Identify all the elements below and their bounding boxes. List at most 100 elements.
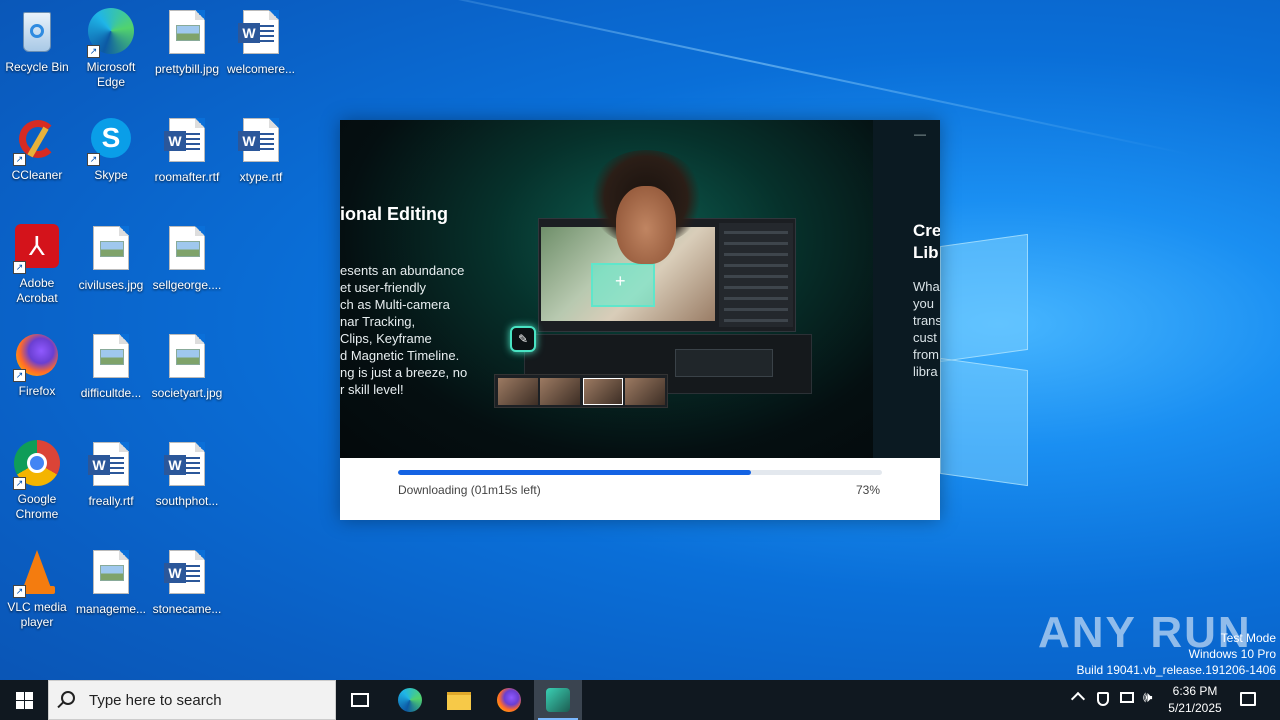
installer-app-icon	[546, 688, 570, 712]
desktop-icon-civiluses[interactable]: civiluses.jpg	[74, 224, 148, 293]
edge-icon	[398, 688, 422, 712]
action-center-button[interactable]	[1234, 680, 1264, 720]
desktop-icon-ccleaner[interactable]: ↗ CCleaner	[0, 116, 74, 183]
desktop-icon-xtype[interactable]: W xtype.rtf	[224, 116, 298, 185]
start-button[interactable]	[0, 680, 48, 720]
keyframe-track	[675, 349, 773, 377]
next-slide-description-line: Wha	[913, 279, 940, 294]
shortcut-arrow-icon: ↗	[13, 585, 26, 598]
watermark-line: Test Mode	[1220, 631, 1276, 645]
taskbar: Type here to search 🕪 6:36 PM 5/21/2025	[0, 680, 1280, 720]
desktop-icon-label: VLC media player	[7, 600, 67, 629]
taskbar-file-explorer-button[interactable]	[435, 680, 483, 720]
desktop-icon-societyart[interactable]: societyart.jpg	[150, 332, 224, 401]
portrait-face	[616, 186, 676, 264]
tray-network-button[interactable]	[1116, 680, 1138, 720]
desktop-icon-prettybill[interactable]: prettybill.jpg	[150, 8, 224, 77]
close-icon[interactable]: —	[910, 124, 930, 144]
task-view-button[interactable]	[336, 680, 384, 720]
desktop-icon-sellgeorge[interactable]: sellgeorge....	[150, 224, 224, 293]
desktop-icon-stonecame[interactable]: W stonecame...	[150, 548, 224, 617]
desktop-icon-difficultde[interactable]: difficultde...	[74, 332, 148, 401]
clock-date: 5/21/2025	[1168, 701, 1222, 715]
slide-title: ional Editing	[340, 204, 448, 224]
feature-badge-icon: ✎	[510, 326, 536, 352]
multicam-thumbnails	[494, 374, 668, 408]
shortcut-arrow-icon: ↗	[13, 369, 26, 382]
desktop-icon-microsoft-edge[interactable]: ↗ Microsoft Edge	[74, 8, 148, 90]
desktop-icon-label: Skype	[94, 168, 128, 182]
desktop-icon-label: Microsoft Edge	[86, 60, 136, 89]
desktop-icon-adobe-acrobat[interactable]: ⅄ ↗ Adobe Acrobat	[0, 224, 74, 306]
shortcut-arrow-icon: ↗	[87, 153, 100, 166]
installer-window: — ional Editing esents an abundance et u…	[340, 120, 940, 520]
chrome-icon: ↗	[13, 440, 61, 490]
progress-status-text: Downloading (01m15s left)	[398, 483, 541, 497]
slide-description-line: ng is just a breeze, no	[340, 365, 468, 380]
desktop-icon-label: Google Chrome	[15, 492, 59, 521]
taskbar-clock[interactable]: 6:36 PM 5/21/2025	[1160, 683, 1230, 717]
firefox-icon: ↗	[13, 332, 61, 382]
taskbar-installer-button[interactable]	[534, 680, 582, 720]
desktop-icon-label: Firefox	[18, 384, 56, 398]
desktop-icon-roomafter[interactable]: W roomafter.rtf	[150, 116, 224, 185]
image-file-icon	[163, 226, 211, 274]
desktop-icon-google-chrome[interactable]: ↗ Google Chrome	[0, 440, 74, 522]
desktop-icon-vlc[interactable]: ↗ VLC media player	[0, 548, 74, 630]
tray-defender-button[interactable]	[1092, 680, 1114, 720]
desktop-icon-manageme[interactable]: manageme...	[74, 548, 148, 617]
slide-description-line: et user-friendly	[340, 280, 426, 295]
desktop-icon-recycle-bin[interactable]: Recycle Bin	[0, 8, 74, 75]
slide-description-line: nar Tracking,	[340, 314, 416, 329]
chevron-up-icon	[1070, 691, 1086, 707]
notification-icon	[1240, 692, 1256, 706]
image-file-icon	[87, 334, 135, 382]
progress-percent: 73%	[855, 483, 880, 497]
next-slide-title-line: Lib	[913, 243, 939, 262]
desktop-icon-firefox[interactable]: ↗ Firefox	[0, 332, 74, 399]
slide-description-line: esents an abundance	[340, 263, 465, 278]
desktop-icon-label: Adobe Acrobat	[16, 276, 58, 305]
show-hidden-icons-button[interactable]	[1068, 680, 1090, 720]
next-slide-description-line: from	[913, 347, 939, 362]
windows-test-mode-watermark: Test Mode Windows 10 Pro Build 19041.vb_…	[1077, 630, 1277, 678]
desktop-icon-label: Recycle Bin	[5, 60, 69, 74]
recycle-bin-icon	[13, 8, 61, 56]
desktop-icon-freally[interactable]: W freally.rtf	[74, 440, 148, 509]
taskbar-firefox-button[interactable]	[485, 680, 533, 720]
desktop-icon-label: freally.rtf	[88, 494, 134, 508]
next-slide-title: Cre Lib	[913, 220, 940, 264]
shortcut-arrow-icon: ↗	[87, 45, 100, 58]
image-file-icon	[87, 550, 135, 598]
word-document-icon: W	[163, 442, 211, 490]
word-document-icon: W	[163, 550, 211, 598]
desktop-icon-southphot[interactable]: W southphot...	[150, 440, 224, 509]
speaker-icon: 🕪	[1143, 689, 1153, 706]
next-slide-description-line: libra	[913, 364, 938, 379]
desktop-icon-skype[interactable]: S ↗ Skype	[74, 116, 148, 183]
shield-icon	[1097, 692, 1109, 706]
network-icon	[1120, 692, 1134, 703]
desktop-icon-label: southphot...	[155, 494, 219, 508]
next-slide-title-line: Cre	[913, 221, 940, 240]
clock-time: 6:36 PM	[1172, 684, 1218, 698]
crosshair-icon: +	[615, 271, 626, 291]
taskbar-edge-button[interactable]	[386, 680, 434, 720]
image-file-icon	[163, 10, 211, 58]
slide-description-line: Clips, Keyframe	[340, 331, 432, 346]
tray-volume-button[interactable]: 🕪	[1140, 680, 1162, 720]
taskbar-search-box[interactable]: Type here to search	[48, 680, 336, 720]
word-document-icon: W	[163, 118, 211, 166]
next-slide-description-line: trans	[913, 313, 940, 328]
slide-description-line: d Magnetic Timeline.	[340, 348, 460, 363]
desktop-icon-label: societyart.jpg	[151, 386, 223, 400]
desktop-icon-label: sellgeorge....	[152, 278, 222, 292]
word-document-icon: W	[237, 118, 285, 166]
desktop-icon-welcomere[interactable]: W welcomere...	[224, 8, 298, 77]
word-document-icon: W	[87, 442, 135, 490]
properties-panel	[719, 223, 793, 327]
progress-bar	[398, 470, 882, 475]
task-view-icon	[351, 693, 369, 707]
next-slide-description-line: cust	[913, 330, 937, 345]
ccleaner-icon: ↗	[13, 116, 61, 166]
